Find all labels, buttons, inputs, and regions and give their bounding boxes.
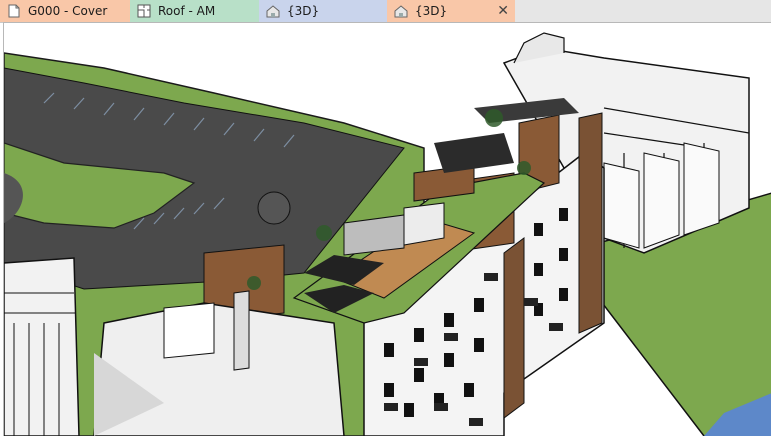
tab-label: {3D} [287, 4, 320, 18]
3d-viewport[interactable] [3, 22, 771, 436]
tab-label: G000 - Cover [28, 4, 108, 18]
tab-label: Roof - AM [158, 4, 216, 18]
house-3d-icon [393, 3, 409, 19]
floor-plan-icon [136, 3, 152, 19]
tab-3d-view-active[interactable]: {3D} ✕ [387, 0, 515, 22]
house-3d-icon [265, 3, 281, 19]
tab-g000-cover[interactable]: G000 - Cover [0, 0, 130, 22]
tab-3d-view[interactable]: {3D} [259, 0, 387, 22]
tab-label: {3D} [415, 4, 448, 18]
building-model-render [4, 32, 771, 436]
tab-roof-am[interactable]: Roof - AM [130, 0, 259, 22]
close-icon[interactable]: ✕ [497, 3, 509, 19]
sheet-icon [6, 3, 22, 19]
view-tab-bar: G000 - Cover Roof - AM {3D} {3D} ✕ [0, 0, 771, 23]
